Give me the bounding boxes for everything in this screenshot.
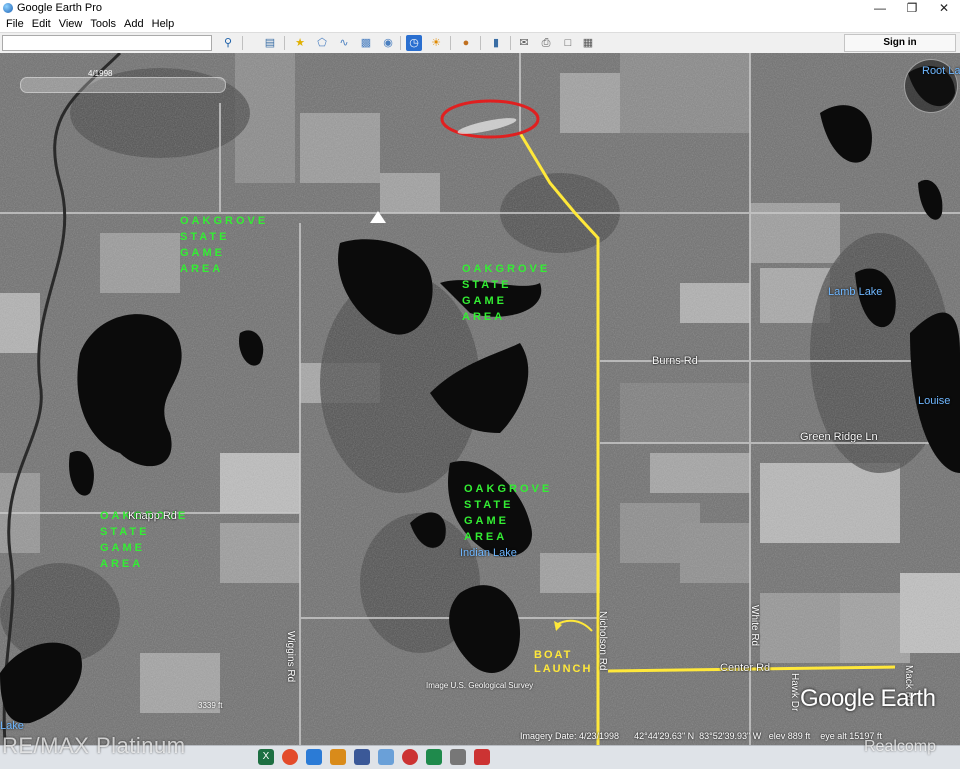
excel-icon[interactable]: X: [258, 749, 274, 765]
placemark-icon[interactable]: ★: [292, 35, 308, 51]
latitude: 42°44'29.63" N: [634, 731, 695, 741]
lake-label-louise: Louise: [918, 395, 951, 407]
google-earth-logo: Google Earth: [800, 685, 936, 712]
folder-icon[interactable]: [330, 749, 346, 765]
menu-add[interactable]: Add: [124, 18, 144, 30]
remax-watermark: RE/MAX Platinum: [2, 733, 186, 758]
elevation-marker: 3339 ft: [198, 701, 223, 710]
maps-pin-icon[interactable]: [402, 749, 418, 765]
elevation: elev 889 ft: [768, 731, 811, 741]
area-label-oakgrove-2: OAKGROVE STATE GAME AREA: [462, 263, 551, 323]
road-label-hawk: Hawk Dr: [789, 673, 800, 712]
image-overlay-icon[interactable]: ▩: [358, 35, 374, 51]
historical-time-slider[interactable]: [20, 77, 226, 93]
road-label-nicholson: Nicholson Rd: [597, 611, 608, 671]
search-input[interactable]: [2, 35, 212, 51]
view-in-maps-icon[interactable]: ▦: [580, 35, 596, 51]
map-view[interactable]: 4/1998 OAKGROVE STATE GAME AREA OAKGROVE…: [0, 53, 960, 745]
title-bar: Google Earth Pro — ❐ ✕: [0, 0, 960, 16]
area-label-oakgrove-3: OAKGROVE STATE GAME AREA: [464, 483, 553, 543]
app-icon[interactable]: [378, 749, 394, 765]
google-earth-icon: [3, 3, 13, 13]
ruler-icon[interactable]: ▮: [488, 35, 504, 51]
menu-tools[interactable]: Tools: [90, 18, 116, 30]
minimize-button[interactable]: —: [864, 0, 896, 16]
road-label-center: Center Rd: [720, 662, 771, 674]
email-icon[interactable]: ✉: [516, 35, 532, 51]
app-icon[interactable]: [354, 749, 370, 765]
close-button[interactable]: ✕: [928, 0, 960, 16]
menu-help[interactable]: Help: [152, 18, 175, 30]
sidebar-toggle-icon[interactable]: ▤: [262, 35, 278, 51]
toolbar-divider: [284, 36, 285, 50]
lake-label-root: Root Lake: [922, 65, 960, 77]
save-image-icon[interactable]: □: [560, 35, 576, 51]
imagery-date: Imagery Date: 4/23/1998: [520, 731, 620, 741]
app-icon[interactable]: [474, 749, 490, 765]
road-label-green-ridge: Green Ridge Ln: [800, 431, 878, 443]
toolbar-divider: [400, 36, 401, 50]
menu-bar: File Edit View Tools Add Help: [0, 16, 960, 32]
time-slider-label: 4/1998: [88, 69, 113, 78]
road-label-burns: Burns Rd: [652, 355, 698, 367]
road-label-white: White Rd: [749, 605, 760, 647]
longitude: 83°52'39.93" W: [699, 731, 762, 741]
historical-imagery-icon[interactable]: ◷: [406, 35, 422, 51]
polygon-icon[interactable]: ⬠: [314, 35, 330, 51]
planets-icon[interactable]: ●: [458, 35, 474, 51]
chrome-icon[interactable]: [282, 749, 298, 765]
road-label-wiggins: Wiggins Rd: [285, 631, 296, 683]
sign-in-button[interactable]: Sign in: [844, 34, 956, 52]
toolbar-divider: [242, 36, 243, 50]
boat-launch-label: BOAT LAUNCH: [534, 649, 593, 675]
google-earth-taskbar-icon[interactable]: [450, 749, 466, 765]
lake-label-indian: Indian Lake: [460, 547, 517, 559]
menu-file[interactable]: File: [6, 18, 24, 30]
status-bar: Imagery Date: 4/23/1998 42°44'29.63" N 8…: [520, 731, 882, 741]
maximize-button[interactable]: ❐: [896, 0, 928, 16]
toolbar-divider: [510, 36, 511, 50]
satellite-imagery: [0, 53, 960, 745]
menu-view[interactable]: View: [59, 18, 83, 30]
print-icon[interactable]: ⎙: [538, 35, 554, 51]
edge-icon[interactable]: [426, 749, 442, 765]
record-tour-icon[interactable]: ◉: [380, 35, 396, 51]
area-label-oakgrove-1: OAKGROVE STATE GAME AREA: [180, 215, 269, 275]
path-icon[interactable]: ∿: [336, 35, 352, 51]
lake-label-lake: Lake: [0, 720, 24, 732]
window-title: Google Earth Pro: [17, 2, 102, 14]
lake-label-lamb: Lamb Lake: [828, 286, 883, 298]
toolbar-divider: [450, 36, 451, 50]
toolbar-divider: [480, 36, 481, 50]
imagery-attribution: Image U.S. Geological Survey: [426, 681, 534, 690]
search-icon[interactable]: ⚲: [220, 35, 236, 51]
app-icon[interactable]: [306, 749, 322, 765]
road-label-knapp: Knapp Rd: [128, 510, 177, 522]
realcomp-watermark: Realcomp: [864, 738, 937, 755]
sunlight-icon[interactable]: ☀: [428, 35, 444, 51]
toolbar: ⚲ ▤ ★ ⬠ ∿ ▩ ◉ ◷ ☀ ● ▮ ✉ ⎙ □ ▦ Sign in: [0, 32, 960, 54]
menu-edit[interactable]: Edit: [32, 18, 51, 30]
